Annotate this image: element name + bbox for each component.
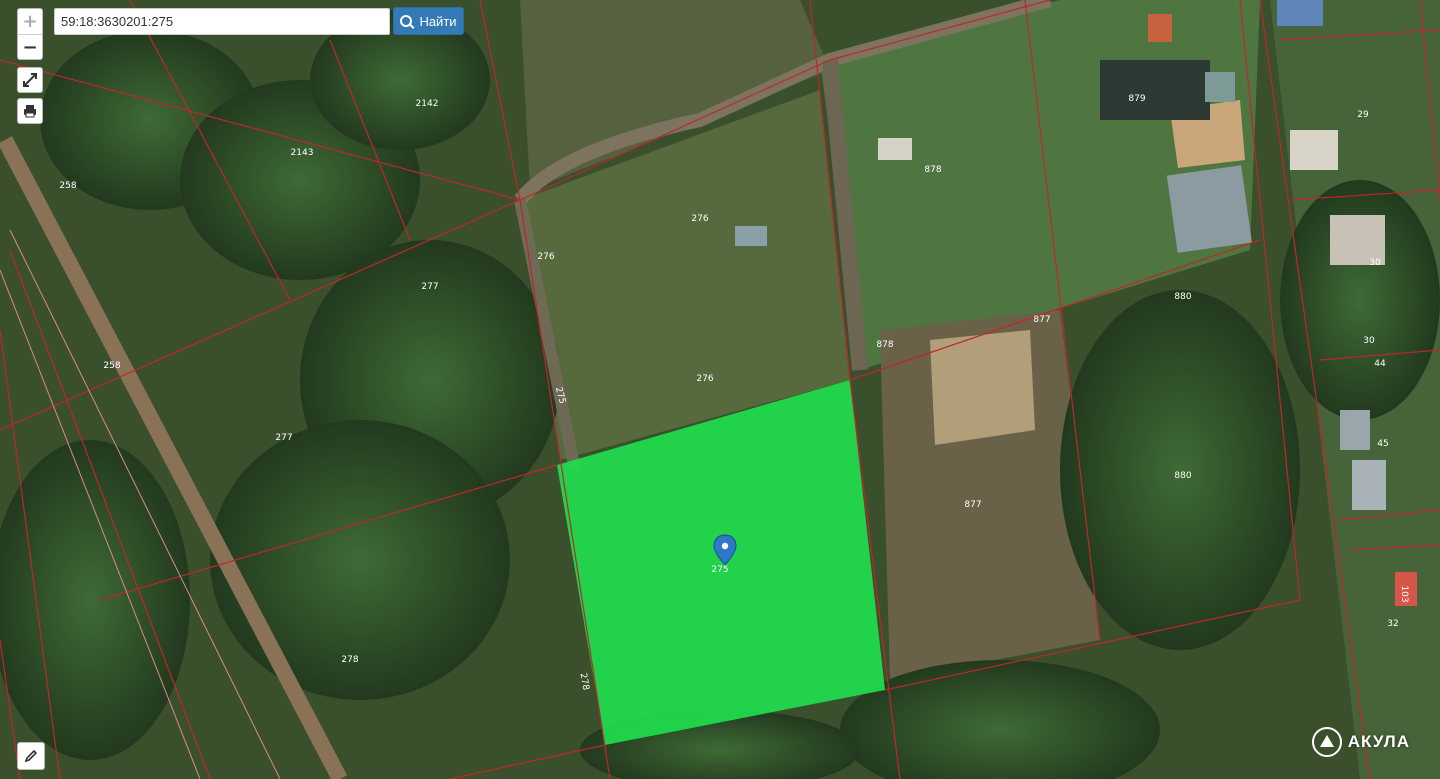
search-input[interactable] (54, 8, 390, 35)
pencil-icon (24, 749, 38, 763)
print-button[interactable] (17, 98, 43, 124)
watermark-logo: АКУЛА (1311, 727, 1410, 757)
parcel-label: 30 (1369, 258, 1381, 268)
fullscreen-button[interactable] (17, 67, 43, 93)
parcel-label: 276 (696, 374, 713, 384)
parcel-label: 29 (1357, 110, 1369, 120)
parcel-label: 276 (537, 252, 554, 262)
zoom-control: + − (17, 8, 43, 60)
draw-button[interactable] (17, 742, 45, 770)
expand-icon (23, 73, 37, 87)
shark-icon (1311, 727, 1342, 757)
parcel-label: 878 (876, 340, 893, 350)
parcel-label: 276 (691, 214, 708, 224)
printer-icon (24, 105, 36, 118)
parcel-label: 880 (1174, 471, 1191, 481)
parcel-label: 258 (103, 361, 120, 371)
parcel-label: 878 (924, 165, 941, 175)
parcel-label: 880 (1174, 292, 1191, 302)
parcel-label: 275 (711, 565, 728, 575)
parcel-label: 2142 (416, 99, 439, 109)
parcel-label: 258 (59, 181, 76, 191)
parcel-label: 2143 (291, 148, 314, 158)
logo-text: АКУЛА (1347, 732, 1410, 751)
parcel-label: 877 (1033, 315, 1050, 325)
parcel-label: 45 (1377, 439, 1388, 449)
satellite-map[interactable]: 2142 2143 258 277 276 276 276 275 275 27… (0, 0, 1440, 779)
parcel-label: 103 (1399, 585, 1409, 602)
parcel-label: 278 (341, 655, 358, 665)
find-button-label: Найти (419, 13, 457, 29)
zoom-out-button[interactable]: − (18, 35, 42, 59)
zoom-in-button[interactable]: + (18, 9, 42, 35)
parcel-label: 879 (1128, 94, 1145, 104)
parcel-label: 32 (1387, 619, 1398, 629)
parcel-label: 277 (421, 282, 438, 292)
parcel-label: 44 (1374, 359, 1386, 369)
search-icon (400, 15, 413, 27)
parcel-label: 30 (1363, 336, 1375, 346)
find-button[interactable]: Найти (393, 7, 464, 35)
parcel-label: 277 (275, 433, 292, 443)
parcel-label: 877 (964, 500, 981, 510)
